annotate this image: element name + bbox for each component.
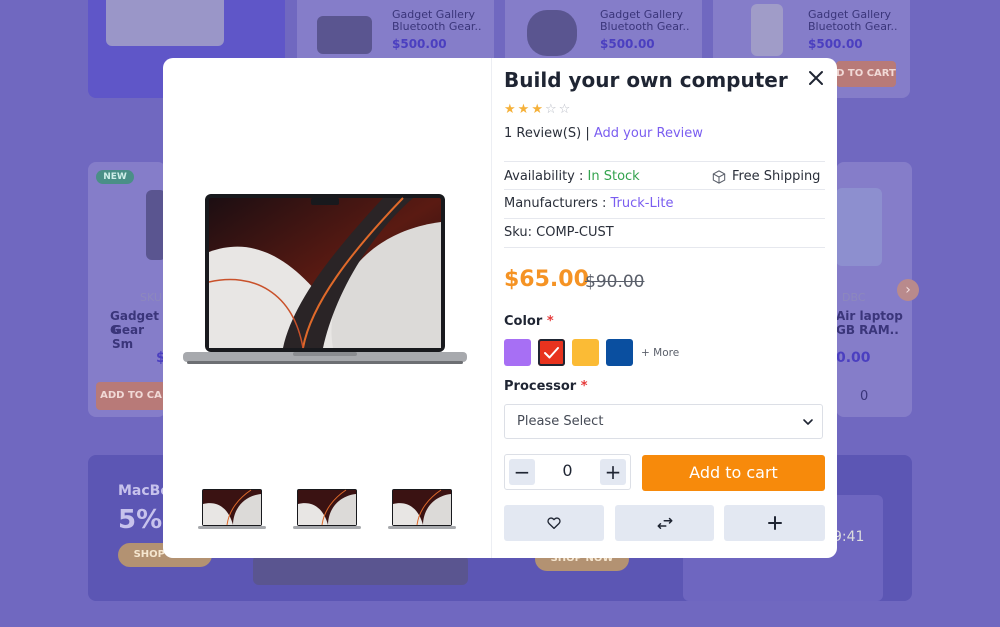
manufacturer-label: Manufacturers : (504, 196, 607, 211)
add-button[interactable] (724, 505, 825, 541)
bg-product-sub: Gear Sm (112, 323, 145, 351)
quantity-stepper: − 0 + (504, 454, 631, 490)
increase-quantity-button[interactable]: + (600, 459, 626, 485)
color-swatch-yellow[interactable] (572, 339, 599, 366)
required-mark: * (546, 314, 554, 329)
bg-qty: 0 (860, 389, 869, 404)
add-to-cart-button[interactable]: Add to cart (642, 455, 825, 491)
bg-product-price: $500.00 (600, 37, 655, 51)
availability-row: Availability : In Stock (504, 169, 640, 184)
old-price: $90.00 (585, 272, 645, 292)
box-icon (712, 169, 726, 184)
processor-select-value: Please Select (517, 414, 604, 429)
color-swatch-purple[interactable] (504, 339, 531, 366)
divider (504, 161, 825, 162)
bg-product-sku: SKU (140, 291, 162, 304)
heart-icon (547, 517, 561, 529)
compare-button[interactable] (615, 505, 714, 541)
processor-select[interactable]: Please Select (504, 404, 823, 439)
free-shipping-label: Free Shipping (732, 169, 821, 184)
divider (504, 189, 825, 190)
bg-smart-display (106, 0, 224, 46)
current-price: $65.00 (504, 267, 589, 292)
color-swatch-blue[interactable] (606, 339, 633, 366)
bg-product-price: $500.00 (392, 37, 447, 51)
star-filled-icon: ★ (531, 102, 543, 117)
bg-product-sub: Bluetooth Gear.. (808, 20, 898, 33)
bg-product-sub: GB RAM.. (836, 323, 899, 337)
processor-label: Processor * (504, 379, 588, 394)
bg-product-sub: Bluetooth Gear.. (600, 20, 690, 33)
color-label-text: Color (504, 314, 543, 329)
divider (504, 218, 825, 219)
color-swatch-red[interactable] (538, 339, 565, 366)
quick-view-modal: Build your own computer ★ ★ ★ ☆ ☆ 1 Revi… (163, 58, 837, 558)
add-review-link[interactable]: Add your Review (594, 126, 703, 141)
processor-label-text: Processor (504, 379, 577, 394)
bg-banner-laptops (253, 555, 468, 585)
thumbnail-image[interactable] (197, 486, 267, 532)
close-icon[interactable] (804, 66, 828, 90)
bg-banner-discount: 5% (118, 505, 163, 535)
bg-product-price: 0.00 (836, 350, 871, 366)
product-title: Build your own computer (504, 68, 788, 92)
compare-arrows-icon (657, 517, 672, 529)
bg-phone-time: 9:41 (833, 529, 865, 545)
color-swatches: + More (504, 339, 679, 366)
bg-new-badge: NEW (96, 170, 134, 184)
star-empty-icon: ☆ (544, 102, 557, 117)
quantity-value[interactable]: 0 (545, 461, 590, 480)
sku-text: Sku: COMP-CUST (504, 225, 614, 240)
bg-product-card: NEW SKU Gadget G Gear Sm $ (88, 162, 166, 417)
wishlist-button[interactable] (504, 505, 604, 541)
bg-product-image (317, 16, 372, 54)
plus-icon (767, 516, 782, 530)
rating-stars: ★ ★ ★ ☆ ☆ (504, 103, 570, 117)
availability-value: In Stock (587, 169, 640, 184)
bg-product-price: $500.00 (808, 37, 863, 51)
availability-label: Availability : (504, 169, 584, 184)
thumbnail-image[interactable] (292, 486, 362, 532)
bg-next-arrow-icon[interactable]: › (897, 279, 919, 301)
thumbnail-strip (197, 486, 457, 532)
reviews-line: 1 Review(S) | Add your Review (504, 126, 703, 141)
star-filled-icon: ★ (504, 102, 516, 117)
bg-add-to-cart-button[interactable]: ADD TO CA (96, 382, 166, 410)
check-icon (544, 347, 559, 359)
review-count: 1 Review(S) (504, 126, 582, 141)
decrease-quantity-button[interactable]: − (509, 459, 535, 485)
color-label: Color * (504, 314, 554, 329)
chevron-down-icon (803, 419, 813, 425)
divider (504, 247, 825, 248)
review-separator: | (585, 126, 590, 141)
bg-product-image (836, 188, 882, 266)
manufacturer-link[interactable]: Truck-Lite (611, 196, 674, 211)
required-mark: * (580, 379, 588, 394)
bg-product-sub: Bluetooth Gear.. (392, 20, 482, 33)
bg-product-sku: DBC (842, 291, 866, 304)
product-main-image (183, 194, 467, 364)
bg-product-image (751, 4, 783, 56)
bg-add-to-cart-button[interactable]: D TO CART (836, 61, 896, 87)
free-shipping: Free Shipping (712, 169, 820, 184)
star-filled-icon: ★ (517, 102, 530, 117)
star-empty-icon: ☆ (558, 102, 571, 117)
product-details: Build your own computer ★ ★ ★ ☆ ☆ 1 Revi… (492, 58, 837, 558)
bg-product-image (527, 10, 577, 56)
bg-product-name: Air laptop (836, 309, 903, 323)
more-colors-link[interactable]: + More (641, 347, 679, 359)
thumbnail-image[interactable] (387, 486, 457, 532)
product-gallery (163, 58, 492, 558)
manufacturer-row: Manufacturers : Truck-Lite (504, 196, 673, 211)
